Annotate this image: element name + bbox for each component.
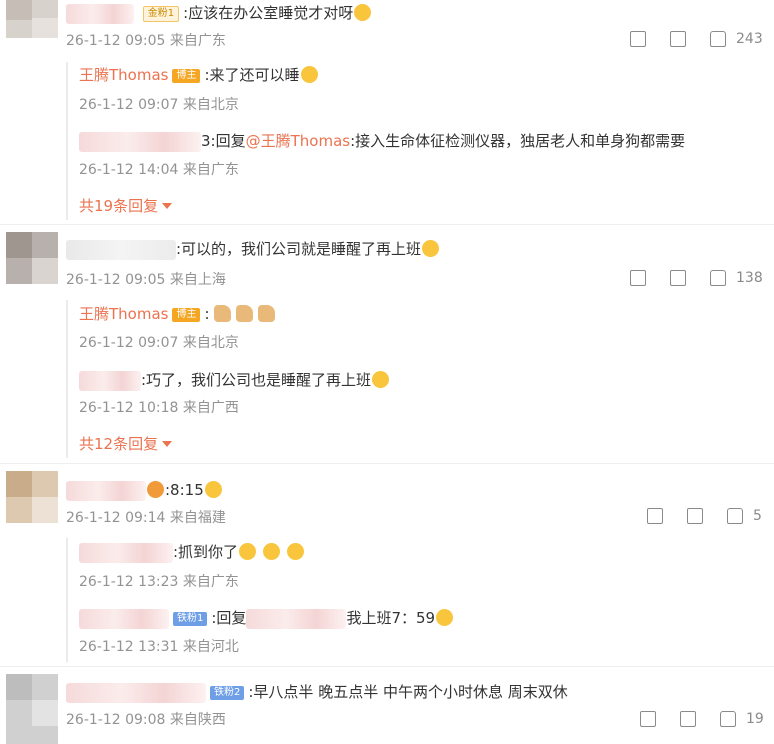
comment-actions: 19 [640, 711, 764, 727]
comment-text: 铁粉2:早八点半 晚五点半 中午两个小时休息 周末双休 [66, 681, 568, 703]
username-blurred[interactable] [66, 480, 146, 501]
author-name[interactable]: 王腾Thomas [79, 305, 168, 323]
reply-text: 铁粉1:回复 我上班7：59 [79, 607, 454, 629]
mention-link[interactable]: @王腾Thomas [246, 132, 350, 150]
reply-meta: 26-1-12 14:04 来自广东 [79, 162, 239, 178]
username-blurred[interactable] [79, 131, 201, 152]
fan-badge: 铁粉2 [210, 685, 245, 700]
like-icon[interactable] [710, 31, 726, 47]
thumbs-up-emoji-icon [235, 305, 253, 322]
reply-meta: 26-1-12 09:07 来自北京 [79, 335, 239, 351]
reply-text: :抓到你了 [79, 541, 305, 563]
doge-emoji-icon [300, 66, 318, 83]
username-blurred[interactable] [66, 239, 176, 260]
comment-separator [0, 224, 774, 225]
like-icon[interactable] [710, 270, 726, 286]
reply-divider [66, 62, 68, 220]
fan-badge: 金粉1 [142, 5, 180, 22]
avatar[interactable] [6, 674, 58, 744]
share-icon[interactable] [630, 31, 646, 47]
doge-emoji-icon [239, 543, 257, 560]
doge-emoji-icon [262, 543, 280, 560]
more-replies-link[interactable]: 共12条回复 [79, 433, 173, 454]
like-count: 5 [753, 508, 762, 524]
reply-meta: 26-1-12 13:23 来自广东 [79, 574, 239, 590]
reply-meta: 26-1-12 13:31 来自河北 [79, 639, 239, 655]
share-icon[interactable] [640, 711, 656, 727]
like-icon[interactable] [720, 711, 736, 727]
caret-down-icon [162, 203, 173, 209]
emoji-icon [422, 240, 440, 257]
share-icon[interactable] [630, 270, 646, 286]
crown-emoji-icon [147, 481, 164, 498]
username-blurred[interactable] [79, 370, 141, 391]
comment-meta: 26-1-12 09:14 来自福建 [66, 510, 226, 526]
fan-badge: 铁粉1 [173, 611, 208, 626]
laugh-emoji-icon [354, 4, 372, 21]
share-icon[interactable] [647, 508, 663, 524]
like-count: 19 [746, 711, 764, 727]
comment-icon[interactable] [670, 270, 686, 286]
comment-text: 金粉1:应该在办公室睡觉才对呀 [66, 2, 372, 24]
reply-text: 王腾Thomas 博主: [79, 303, 276, 325]
comment-separator [0, 463, 774, 464]
comment-actions: 243 [630, 31, 763, 47]
avatar[interactable] [6, 471, 58, 523]
host-badge: 博主 [172, 307, 201, 322]
reply-divider [66, 538, 68, 662]
reply-text: 3:回复@王腾Thomas:接入生命体征检测仪器，独居老人和单身狗都需要 [79, 130, 685, 152]
reply-text: 王腾Thomas 博主:来了还可以睡 [79, 64, 319, 86]
comment-actions: 138 [630, 270, 763, 286]
reply-target-blurred[interactable] [246, 608, 347, 629]
caret-down-icon [162, 441, 173, 447]
comment-meta: 26-1-12 09:08 来自陕西 [66, 712, 226, 728]
username-blurred[interactable] [79, 608, 169, 629]
username-blurred[interactable] [66, 3, 134, 24]
username-blurred[interactable] [66, 682, 206, 703]
more-replies-link[interactable]: 共19条回复 [79, 195, 173, 216]
reply-meta: 26-1-12 09:07 来自北京 [79, 97, 239, 113]
comment-icon[interactable] [680, 711, 696, 727]
comment-icon[interactable] [687, 508, 703, 524]
comment-actions: 5 [647, 508, 762, 524]
avatar[interactable] [6, 0, 58, 38]
scream-emoji-icon [204, 481, 222, 498]
comment-text: :可以的，我们公司就是睡醒了再上班 [66, 238, 440, 260]
like-icon[interactable] [727, 508, 743, 524]
comment-meta: 26-1-12 09:05 来自广东 [66, 33, 226, 49]
sweat-emoji-icon [436, 609, 454, 626]
author-name[interactable]: 王腾Thomas [79, 66, 168, 84]
thumbs-up-emoji-icon [213, 305, 231, 322]
comment-text: :8:15 [66, 479, 223, 501]
username-blurred[interactable] [79, 542, 173, 563]
like-count: 138 [736, 270, 763, 286]
thumbs-up-emoji-icon [257, 305, 275, 322]
reply-meta: 26-1-12 10:18 来自广西 [79, 400, 239, 416]
host-badge: 博主 [172, 68, 201, 83]
comment-icon[interactable] [670, 31, 686, 47]
doge-emoji-icon [372, 371, 390, 388]
avatar[interactable] [6, 232, 58, 284]
doge-emoji-icon [286, 543, 304, 560]
like-count: 243 [736, 31, 763, 47]
comment-separator [0, 666, 774, 667]
reply-divider [66, 300, 68, 458]
reply-text: :巧了，我们公司也是睡醒了再上班 [79, 369, 390, 391]
comment-meta: 26-1-12 09:05 来自上海 [66, 272, 226, 288]
